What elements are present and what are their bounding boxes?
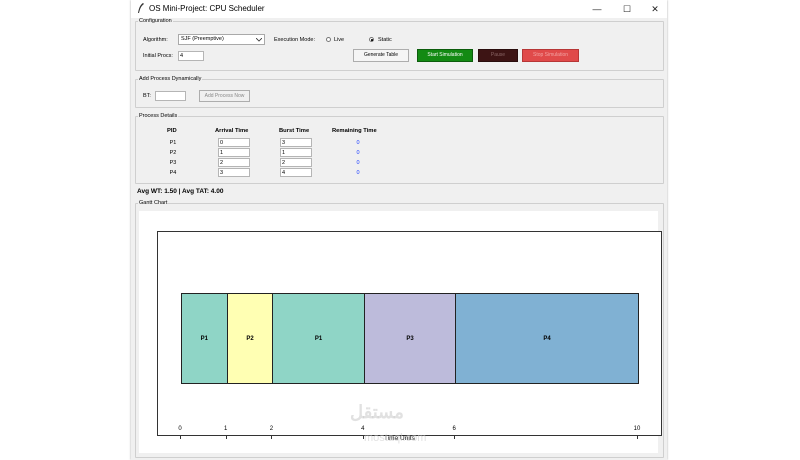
algorithm-select[interactable]: SJF (Preemptive) xyxy=(178,34,265,45)
x-tick xyxy=(225,436,227,439)
burst-input[interactable]: 3 xyxy=(280,138,312,147)
x-tick-label: 0 xyxy=(178,426,182,432)
arrival-input[interactable]: 0 xyxy=(218,138,250,147)
x-tick-label: 10 xyxy=(633,426,641,432)
arrival-input[interactable]: 1 xyxy=(218,148,250,157)
initial-procs-label: Initial Procs: xyxy=(143,53,173,59)
add-process-button[interactable]: Add Process Now xyxy=(199,90,250,102)
header-remaining-time: Remaining Time xyxy=(332,128,377,134)
chevron-down-icon xyxy=(256,38,262,42)
remaining-value: 0 xyxy=(356,140,360,146)
remaining-value: 0 xyxy=(356,160,360,166)
burst-input[interactable]: 4 xyxy=(280,168,312,177)
x-tick-label: 1 xyxy=(224,426,228,432)
title-bar: OS Mini-Project: CPU Scheduler — ☐ ✕ xyxy=(131,0,667,18)
initial-procs-input[interactable]: 4 xyxy=(178,51,204,61)
algorithm-value: SJF (Preemptive) xyxy=(181,36,224,42)
app-window: OS Mini-Project: CPU Scheduler — ☐ ✕ Con… xyxy=(131,0,667,460)
add-process-legend: Add Process Dynamically xyxy=(139,76,202,82)
process-details-legend: Process Details xyxy=(139,113,178,119)
remaining-value: 0 xyxy=(356,170,360,176)
table-row-pid: P3 xyxy=(169,160,177,166)
watermark-url: mostaql.com xyxy=(364,432,427,444)
algorithm-label: Algorithm: xyxy=(143,37,168,43)
start-simulation-button[interactable]: Start Simulation xyxy=(417,49,473,62)
x-tick xyxy=(454,436,456,439)
table-row-pid: P4 xyxy=(169,170,177,176)
burst-input[interactable]: 1 xyxy=(280,148,312,157)
mode-static-radio[interactable] xyxy=(369,37,374,42)
mode-static-label: Static xyxy=(378,37,392,43)
stop-simulation-button[interactable]: Stop Simulation xyxy=(522,49,579,62)
remaining-value: 0 xyxy=(356,150,360,156)
mode-live-label: Live xyxy=(334,37,345,43)
window-title: OS Mini-Project: CPU Scheduler xyxy=(149,4,265,13)
generate-table-button[interactable]: Generate Table xyxy=(353,49,409,62)
header-pid: PID xyxy=(167,128,177,134)
x-tick-label: 6 xyxy=(452,426,456,432)
stats-label: Avg WT: 1.50 | Avg TAT: 4.00 xyxy=(137,188,224,195)
arrival-input[interactable]: 2 xyxy=(218,158,250,167)
close-button[interactable]: ✕ xyxy=(642,2,668,16)
maximize-button[interactable]: ☐ xyxy=(614,2,640,16)
burst-input[interactable]: 2 xyxy=(280,158,312,167)
mode-live-radio[interactable] xyxy=(326,37,331,42)
bt-input[interactable] xyxy=(155,91,186,101)
process-details-group: Process Details xyxy=(135,113,664,184)
watermark-logo: مستقل xyxy=(350,402,404,422)
table-row-pid: P1 xyxy=(169,140,177,146)
gantt-chart-legend: Gantt Chart xyxy=(139,200,168,206)
header-arrival-time: Arrival Time xyxy=(215,128,249,134)
configuration-legend: Configuration xyxy=(139,18,172,24)
execution-mode-label: Execution Mode: xyxy=(274,37,315,43)
x-tick xyxy=(637,436,638,439)
x-tick xyxy=(271,436,273,439)
feather-icon xyxy=(138,3,144,13)
table-row-pid: P2 xyxy=(169,150,177,156)
x-tick-label: 2 xyxy=(269,426,274,432)
minimize-button[interactable]: — xyxy=(584,2,610,16)
x-tick xyxy=(180,436,181,439)
header-burst-time: Burst Time xyxy=(279,128,310,134)
bt-label: BT: xyxy=(143,93,151,99)
pause-button[interactable]: Pause xyxy=(478,49,518,62)
arrival-input[interactable]: 3 xyxy=(218,168,250,177)
